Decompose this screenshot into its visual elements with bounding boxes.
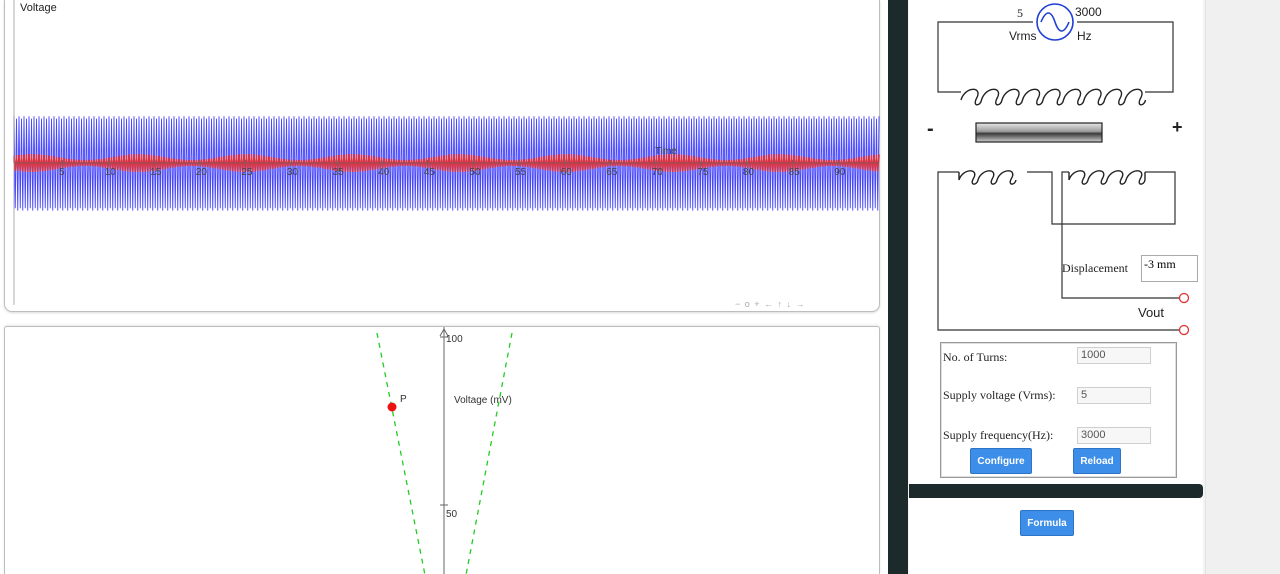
- x-tick-label: 15: [150, 167, 162, 178]
- supply-voltage-value: 5: [1017, 6, 1023, 20]
- supply-frequency-label: Supply frequency(Hz):: [943, 428, 1054, 442]
- supply-frequency-unit: Hz: [1077, 29, 1092, 43]
- supply-frequency-input[interactable]: 3000: [1077, 427, 1151, 444]
- supply-frequency-value: 3000: [1075, 5, 1102, 19]
- x-tick-label: 85: [789, 167, 801, 178]
- point-p-marker[interactable]: [387, 402, 397, 412]
- primary-coil-icon: [960, 88, 1147, 106]
- waveform-plot[interactable]: 5 10 15 20 25 30 35 40 45 50 55 60 65 70 75 80 85 90 Time: [5, 0, 881, 312]
- right-margin-strip: [1205, 0, 1280, 574]
- separator-bar: [909, 484, 1203, 498]
- formula-area: Formula: [909, 498, 1203, 574]
- x-tick-label: 35: [333, 167, 345, 178]
- displacement-label: Displacement: [1062, 261, 1128, 275]
- turns-input[interactable]: 1000: [1077, 347, 1151, 364]
- x-tick-label: 5: [59, 167, 65, 178]
- x-tick-label: 25: [241, 167, 253, 178]
- vout-terminal-top[interactable]: [1178, 292, 1190, 304]
- vout-label: Vout: [1138, 305, 1165, 320]
- core-bar[interactable]: [975, 122, 1103, 143]
- displacement-input[interactable]: -3 mm: [1141, 255, 1198, 282]
- x-tick-label: 10: [105, 167, 117, 178]
- x-tick-label: 40: [378, 167, 390, 178]
- panel-divider: [888, 0, 908, 574]
- plot-title: Voltage: [20, 2, 57, 14]
- secondary-coil-right-icon: [1068, 170, 1146, 185]
- ac-source-icon: [1036, 3, 1074, 41]
- x-tick-label: 60: [561, 167, 573, 178]
- reload-button[interactable]: Reload: [1073, 448, 1121, 474]
- right-dashed-line: [465, 332, 513, 574]
- x-tick-label: 20: [196, 167, 208, 178]
- y-tick-label: 50: [446, 509, 458, 520]
- y-axis-label: Voltage (mV): [454, 395, 512, 406]
- left-dashed-line: [376, 332, 426, 574]
- x-tick-label: 55: [515, 167, 527, 178]
- plus-terminal-sign: +: [1172, 117, 1183, 137]
- x-tick-label: 65: [606, 167, 618, 178]
- supply-voltage-input[interactable]: 5: [1077, 387, 1151, 404]
- characteristic-panel: 100 50 Voltage (mV) P: [4, 326, 880, 574]
- characteristic-plot[interactable]: 100 50 Voltage (mV) P: [5, 327, 881, 574]
- circuit-panel: 5 Vrms 3000 Hz - + Displacement -3 mm Vo…: [909, 0, 1203, 484]
- supply-voltage-unit: Vrms: [1009, 29, 1037, 43]
- secondary-coil-left-icon: [958, 170, 1017, 185]
- vout-terminal-bottom[interactable]: [1178, 324, 1190, 336]
- formula-button[interactable]: Formula: [1020, 510, 1074, 536]
- x-tick-label: 30: [287, 167, 299, 178]
- supply-voltage-label: Supply voltage (Vrms):: [943, 388, 1056, 402]
- x-tick-label: 90: [834, 167, 846, 178]
- x-tick-label: 80: [743, 167, 755, 178]
- x-tick-label: 70: [652, 167, 664, 178]
- y-tick-label: 100: [446, 334, 463, 345]
- x-tick-label: 50: [469, 167, 481, 178]
- x-tick-label: 75: [697, 167, 709, 178]
- minus-terminal-sign: -: [927, 118, 934, 140]
- waveform-panel: 5 10 15 20 25 30 35 40 45 50 55 60 65 70 75 80 85 90 Time …: [4, 0, 880, 312]
- x-tick-label: 45: [424, 167, 436, 178]
- point-p-label: P: [400, 394, 407, 405]
- turns-label: No. of Turns:: [943, 350, 1008, 364]
- configure-button[interactable]: Configure: [970, 448, 1032, 474]
- lvdt-circuit-diagram: [937, 3, 1190, 336]
- plot-navigation-controls[interactable]: − o + ← ↑ ↓ →: [735, 299, 806, 309]
- x-axis-label: Time: [655, 146, 677, 157]
